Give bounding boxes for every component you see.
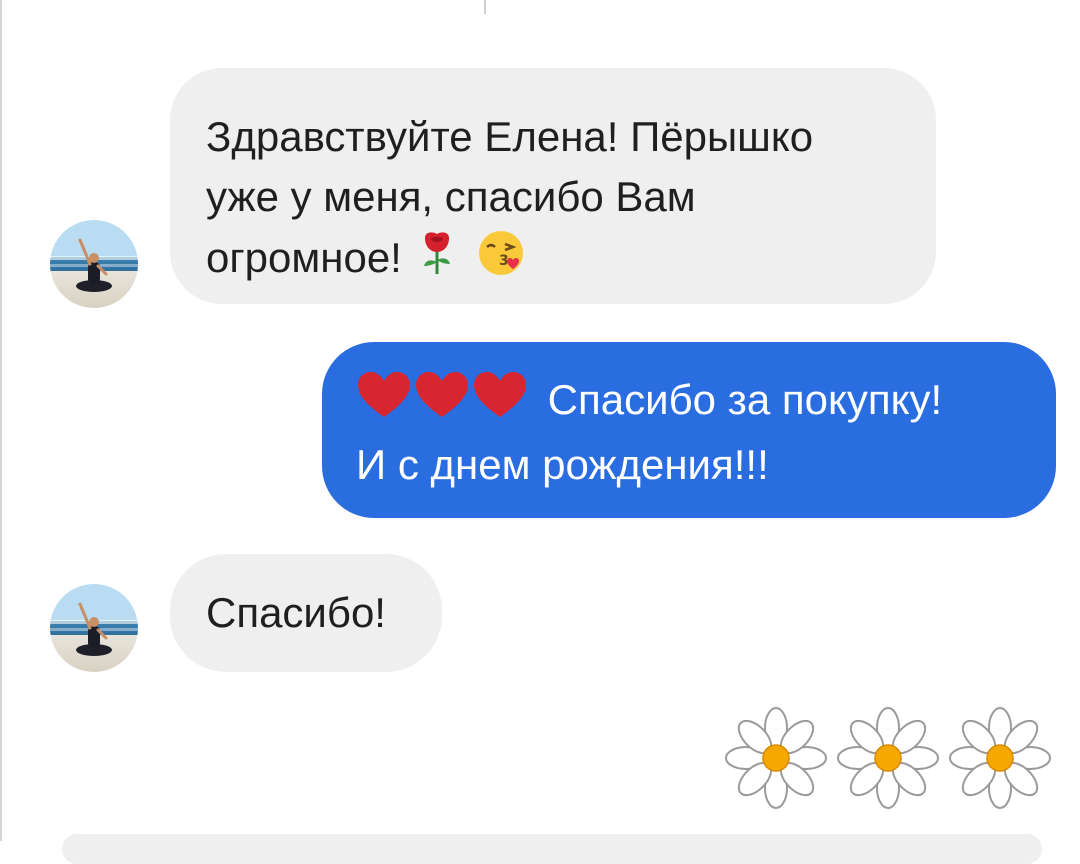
message-text-line: Здравствуйте Елена! Пёрышко [206,113,814,160]
beach-photo-icon [50,238,138,292]
message-text-line-part: огромное! [206,234,402,282]
message-bubble-incoming[interactable]: Здравствуйте Елена! Пёрышко уже у меня, … [170,68,936,304]
scroll-marker [484,0,486,14]
red-heart-icon [356,371,412,435]
rose-icon [420,230,454,292]
message-text-line: уже у меня, спасибо Вам [206,173,696,220]
daisy-icon [949,707,1051,809]
red-heart-icon [414,371,470,435]
daisy-icon [725,707,827,809]
sender-avatar[interactable] [50,584,138,672]
message-text-line: огромное! 3 [206,227,902,295]
sender-avatar[interactable] [50,220,138,308]
message-emoji-outgoing[interactable] [722,706,1058,810]
message-text-line: Спасибо за покупку! [356,370,1056,435]
daisy-icon [837,707,939,809]
beach-photo-icon [50,602,138,656]
left-edge-divider [0,0,2,841]
message-text-line: Спасибо! [206,589,386,636]
message-text-line: И с днем рождения!!! [356,440,769,488]
message-text-line-part: Спасибо за покупку! [547,376,943,423]
message-bubble-outgoing[interactable]: Спасибо за покупку! И с днем рождения!!! [322,342,1056,518]
kissing-face-icon: 3 [475,227,527,295]
red-heart-icon [472,371,528,435]
next-message-bubble [62,834,1042,864]
message-bubble-incoming[interactable]: Спасибо! [170,554,442,672]
